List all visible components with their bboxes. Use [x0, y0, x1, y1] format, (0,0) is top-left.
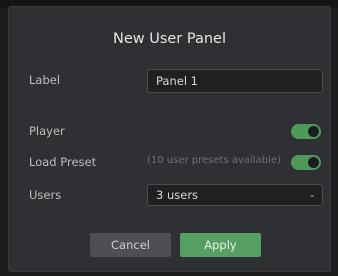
- new-user-panel-dialog: New User Panel Label Player Load Preset …: [8, 6, 331, 272]
- users-select-value: 3 users: [156, 188, 199, 202]
- users-select[interactable]: 3 users ⌄: [147, 184, 323, 206]
- player-label: Player: [29, 124, 65, 138]
- player-toggle[interactable]: [291, 124, 321, 139]
- player-toggle-knob: [308, 126, 319, 137]
- label-input[interactable]: [147, 69, 323, 93]
- load-preset-toggle[interactable]: [291, 155, 321, 170]
- load-preset-toggle-knob: [308, 157, 319, 168]
- dialog-title: New User Panel: [112, 31, 226, 47]
- cancel-button[interactable]: Cancel: [90, 233, 171, 257]
- load-preset-hint: (10 user presets available): [147, 155, 281, 166]
- chevron-down-icon: ⌄: [308, 190, 316, 200]
- load-preset-label: Load Preset: [29, 155, 97, 169]
- users-label: Users: [29, 188, 62, 202]
- apply-button[interactable]: Apply: [180, 233, 261, 257]
- label-field-label: Label: [29, 73, 61, 87]
